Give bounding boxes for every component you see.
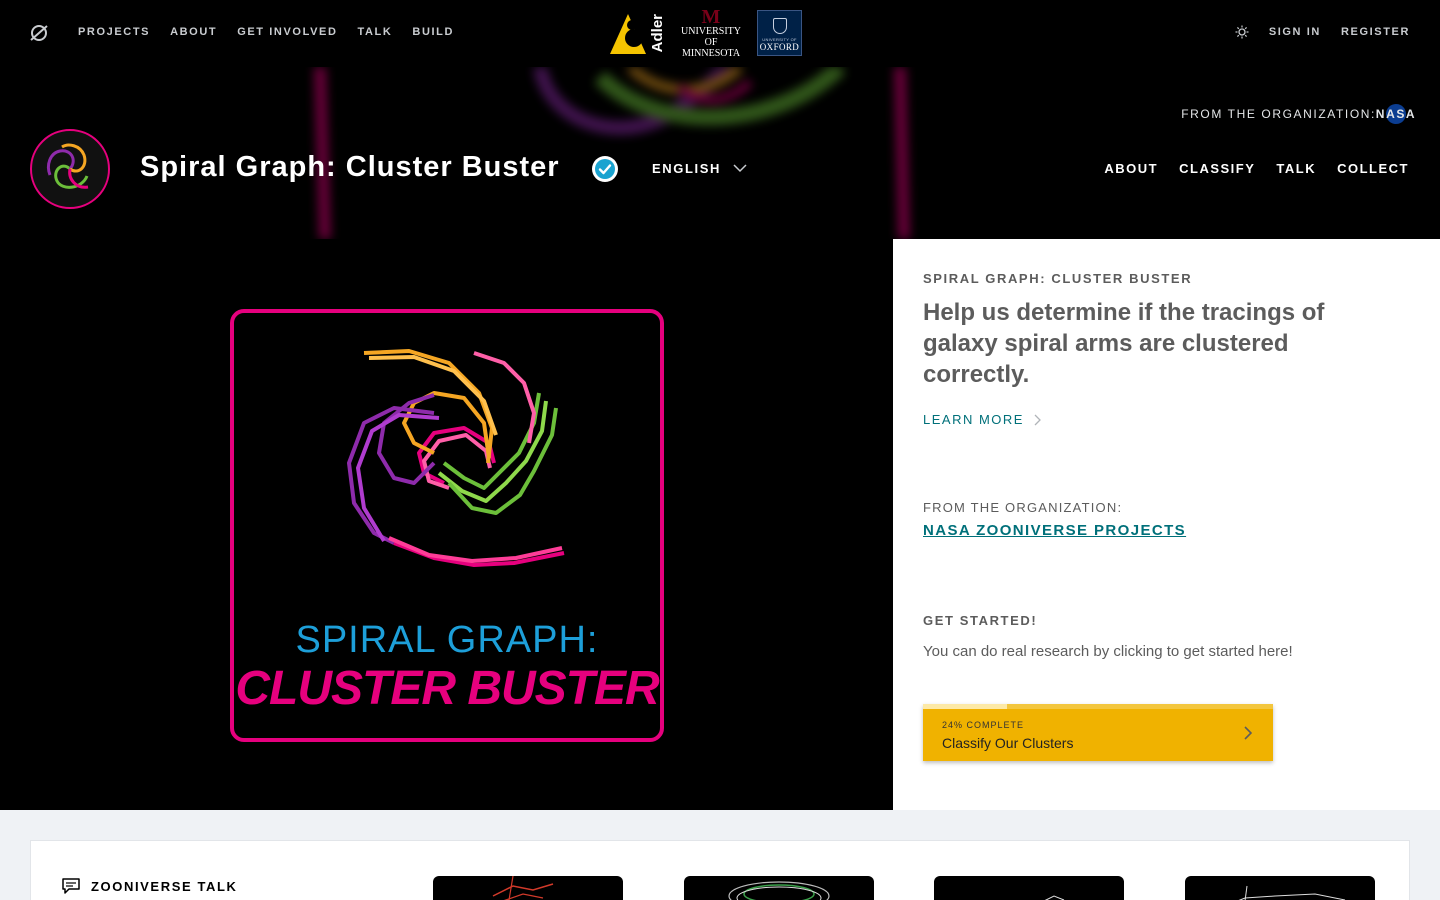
talk-subject-thumbnail[interactable] [1185,876,1375,900]
project-description: Help us determine if the tracings of gal… [923,299,1325,388]
get-started-heading: GET STARTED! [923,613,1038,628]
artwork-title-line2: CLUSTER BUSTER [235,662,659,715]
nav-get-involved[interactable]: GET INVOLVED [237,26,337,38]
learn-more-label: LEARN MORE [923,412,1024,427]
zooniverse-top-nav: PROJECTS ABOUT GET INVOLVED TALK BUILD A… [0,0,1440,67]
project-header: FROM THE ORGANIZATION: NASA Spiral Graph… [0,67,1440,239]
workflow-label: Classify Our Clusters [942,735,1074,751]
umn-m-icon: M [701,5,721,28]
language-label: ENGLISH [652,161,721,176]
nasa-logo-icon[interactable]: NASA [1376,104,1415,124]
project-avatar[interactable] [30,129,110,209]
project-nav: ABOUT CLASSIFY TALK COLLECT [1104,161,1409,176]
subject-image [1238,885,1346,900]
chevron-down-icon [733,164,747,173]
umn-line1: UNIVERSITY [681,25,741,37]
subject-image [728,881,830,900]
talk-card: ZOONIVERSE TALK [30,840,1410,900]
partner-logos: Adler M UNIVERSITY OF MINNESOTA UNIVERSI… [608,5,802,59]
oxford-crest-icon [772,18,787,34]
spiral-galaxy-icon [347,349,565,567]
organization-label: FROM THE ORGANIZATION: [923,500,1123,515]
nav-about[interactable]: ABOUT [170,26,217,38]
umn-logo: M UNIVERSITY OF MINNESOTA [675,5,747,59]
get-started-text: You can do real research by clicking to … [923,643,1293,660]
talk-title: ZOONIVERSE TALK [91,878,238,894]
talk-subject-thumbnail[interactable] [433,876,623,900]
chat-bubble-icon [62,878,80,894]
register-link[interactable]: REGISTER [1341,26,1410,38]
project-intro-panel: SPIRAL GRAPH: CLUSTER BUSTER Help us det… [893,239,1440,810]
nav-projects[interactable]: PROJECTS [78,26,150,38]
account-controls: SIGN IN REGISTER [1235,25,1410,39]
subject-image [1044,895,1065,900]
talk-subject-thumbnail[interactable] [934,876,1124,900]
project-nav-about[interactable]: ABOUT [1104,161,1158,176]
intro-eyebrow: SPIRAL GRAPH: CLUSTER BUSTER [923,271,1193,286]
project-hero-artwork: SPIRAL GRAPH: CLUSTER BUSTER [230,309,664,742]
adler-wordmark: Adler [649,13,666,53]
header-from-organization: FROM THE ORGANIZATION: NASA [1181,104,1415,124]
chevron-right-icon [1244,726,1253,740]
nasa-badge-text: NASA [1375,107,1417,121]
organization-link[interactable]: NASA ZOONIVERSE PROJECTS [923,522,1186,539]
header-from-org-label: FROM THE ORGANIZATION: [1181,107,1376,121]
lower-section: ZOONIVERSE TALK [0,810,1440,900]
chevron-right-icon [1034,414,1041,425]
workflow-progress-bar [923,704,1007,709]
zooniverse-logo-icon[interactable] [28,22,50,44]
talk-subject-thumbnail[interactable] [684,876,874,900]
project-nav-talk[interactable]: TALK [1276,161,1316,176]
umn-line2: OF MINNESOTA [681,36,741,59]
sign-in-link[interactable]: SIGN IN [1269,26,1321,38]
learn-more-link[interactable]: LEARN MORE [923,412,1041,427]
adler-star-icon [610,14,646,54]
hero-image-panel: SPIRAL GRAPH: CLUSTER BUSTER [0,239,893,810]
artwork-title-line1: SPIRAL GRAPH: [295,619,599,661]
talk-heading: ZOONIVERSE TALK [61,877,238,895]
workflow-progress-text: 24% COMPLETE [942,720,1025,730]
sun-icon[interactable] [1235,25,1249,39]
nav-build[interactable]: BUILD [412,26,454,38]
classify-workflow-button[interactable]: 24% COMPLETE Classify Our Clusters [923,704,1273,761]
oxford-big-text: OXFORD [759,42,800,52]
project-nav-classify[interactable]: CLASSIFY [1179,161,1255,176]
project-title[interactable]: Spiral Graph: Cluster Buster [140,151,560,184]
nav-talk[interactable]: TALK [358,26,393,38]
subject-image [492,876,554,900]
checkmark-icon [595,159,615,179]
project-nav-collect[interactable]: COLLECT [1337,161,1409,176]
verified-badge-icon [592,156,618,182]
language-selector[interactable]: ENGLISH [652,161,747,176]
adler-planetarium-logo: Adler [608,10,666,56]
oxford-logo: UNIVERSITY OF OXFORD [757,10,802,56]
main-nav-links: PROJECTS ABOUT GET INVOLVED TALK BUILD [78,26,454,38]
spiral-avatar-icon [46,143,89,189]
